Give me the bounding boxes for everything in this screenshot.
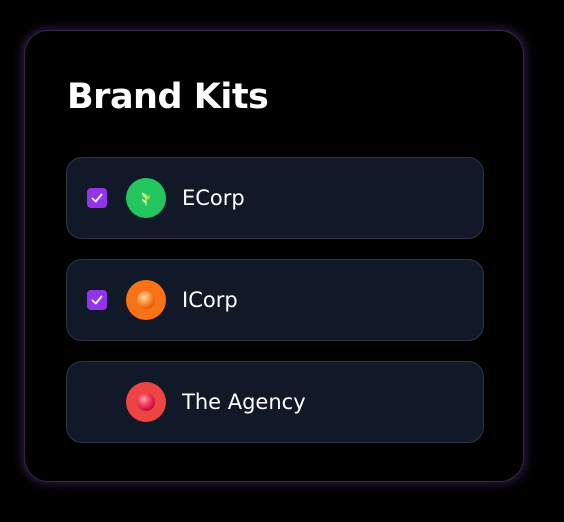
- red-ball-icon: [126, 382, 166, 422]
- leaf-icon: [126, 178, 166, 218]
- brand-kit-name: ECorp: [182, 186, 245, 210]
- brand-kit-name: ICorp: [182, 288, 238, 312]
- brand-kits-panel: Brand Kits ECorp ICorp The Agency: [24, 30, 524, 482]
- orange-ball-icon: [126, 280, 166, 320]
- checkmark-icon: [91, 295, 103, 305]
- brand-kit-ecorp[interactable]: ECorp: [66, 157, 484, 239]
- checkmark-icon: [91, 193, 103, 203]
- icorp-checkbox[interactable]: [87, 290, 107, 310]
- brand-kit-name: The Agency: [182, 390, 306, 414]
- the-agency-checkbox[interactable]: [87, 392, 107, 412]
- ecorp-checkbox[interactable]: [87, 188, 107, 208]
- brand-kit-icorp[interactable]: ICorp: [66, 259, 484, 341]
- panel-title: Brand Kits: [67, 77, 269, 117]
- brand-kit-the-agency[interactable]: The Agency: [66, 361, 484, 443]
